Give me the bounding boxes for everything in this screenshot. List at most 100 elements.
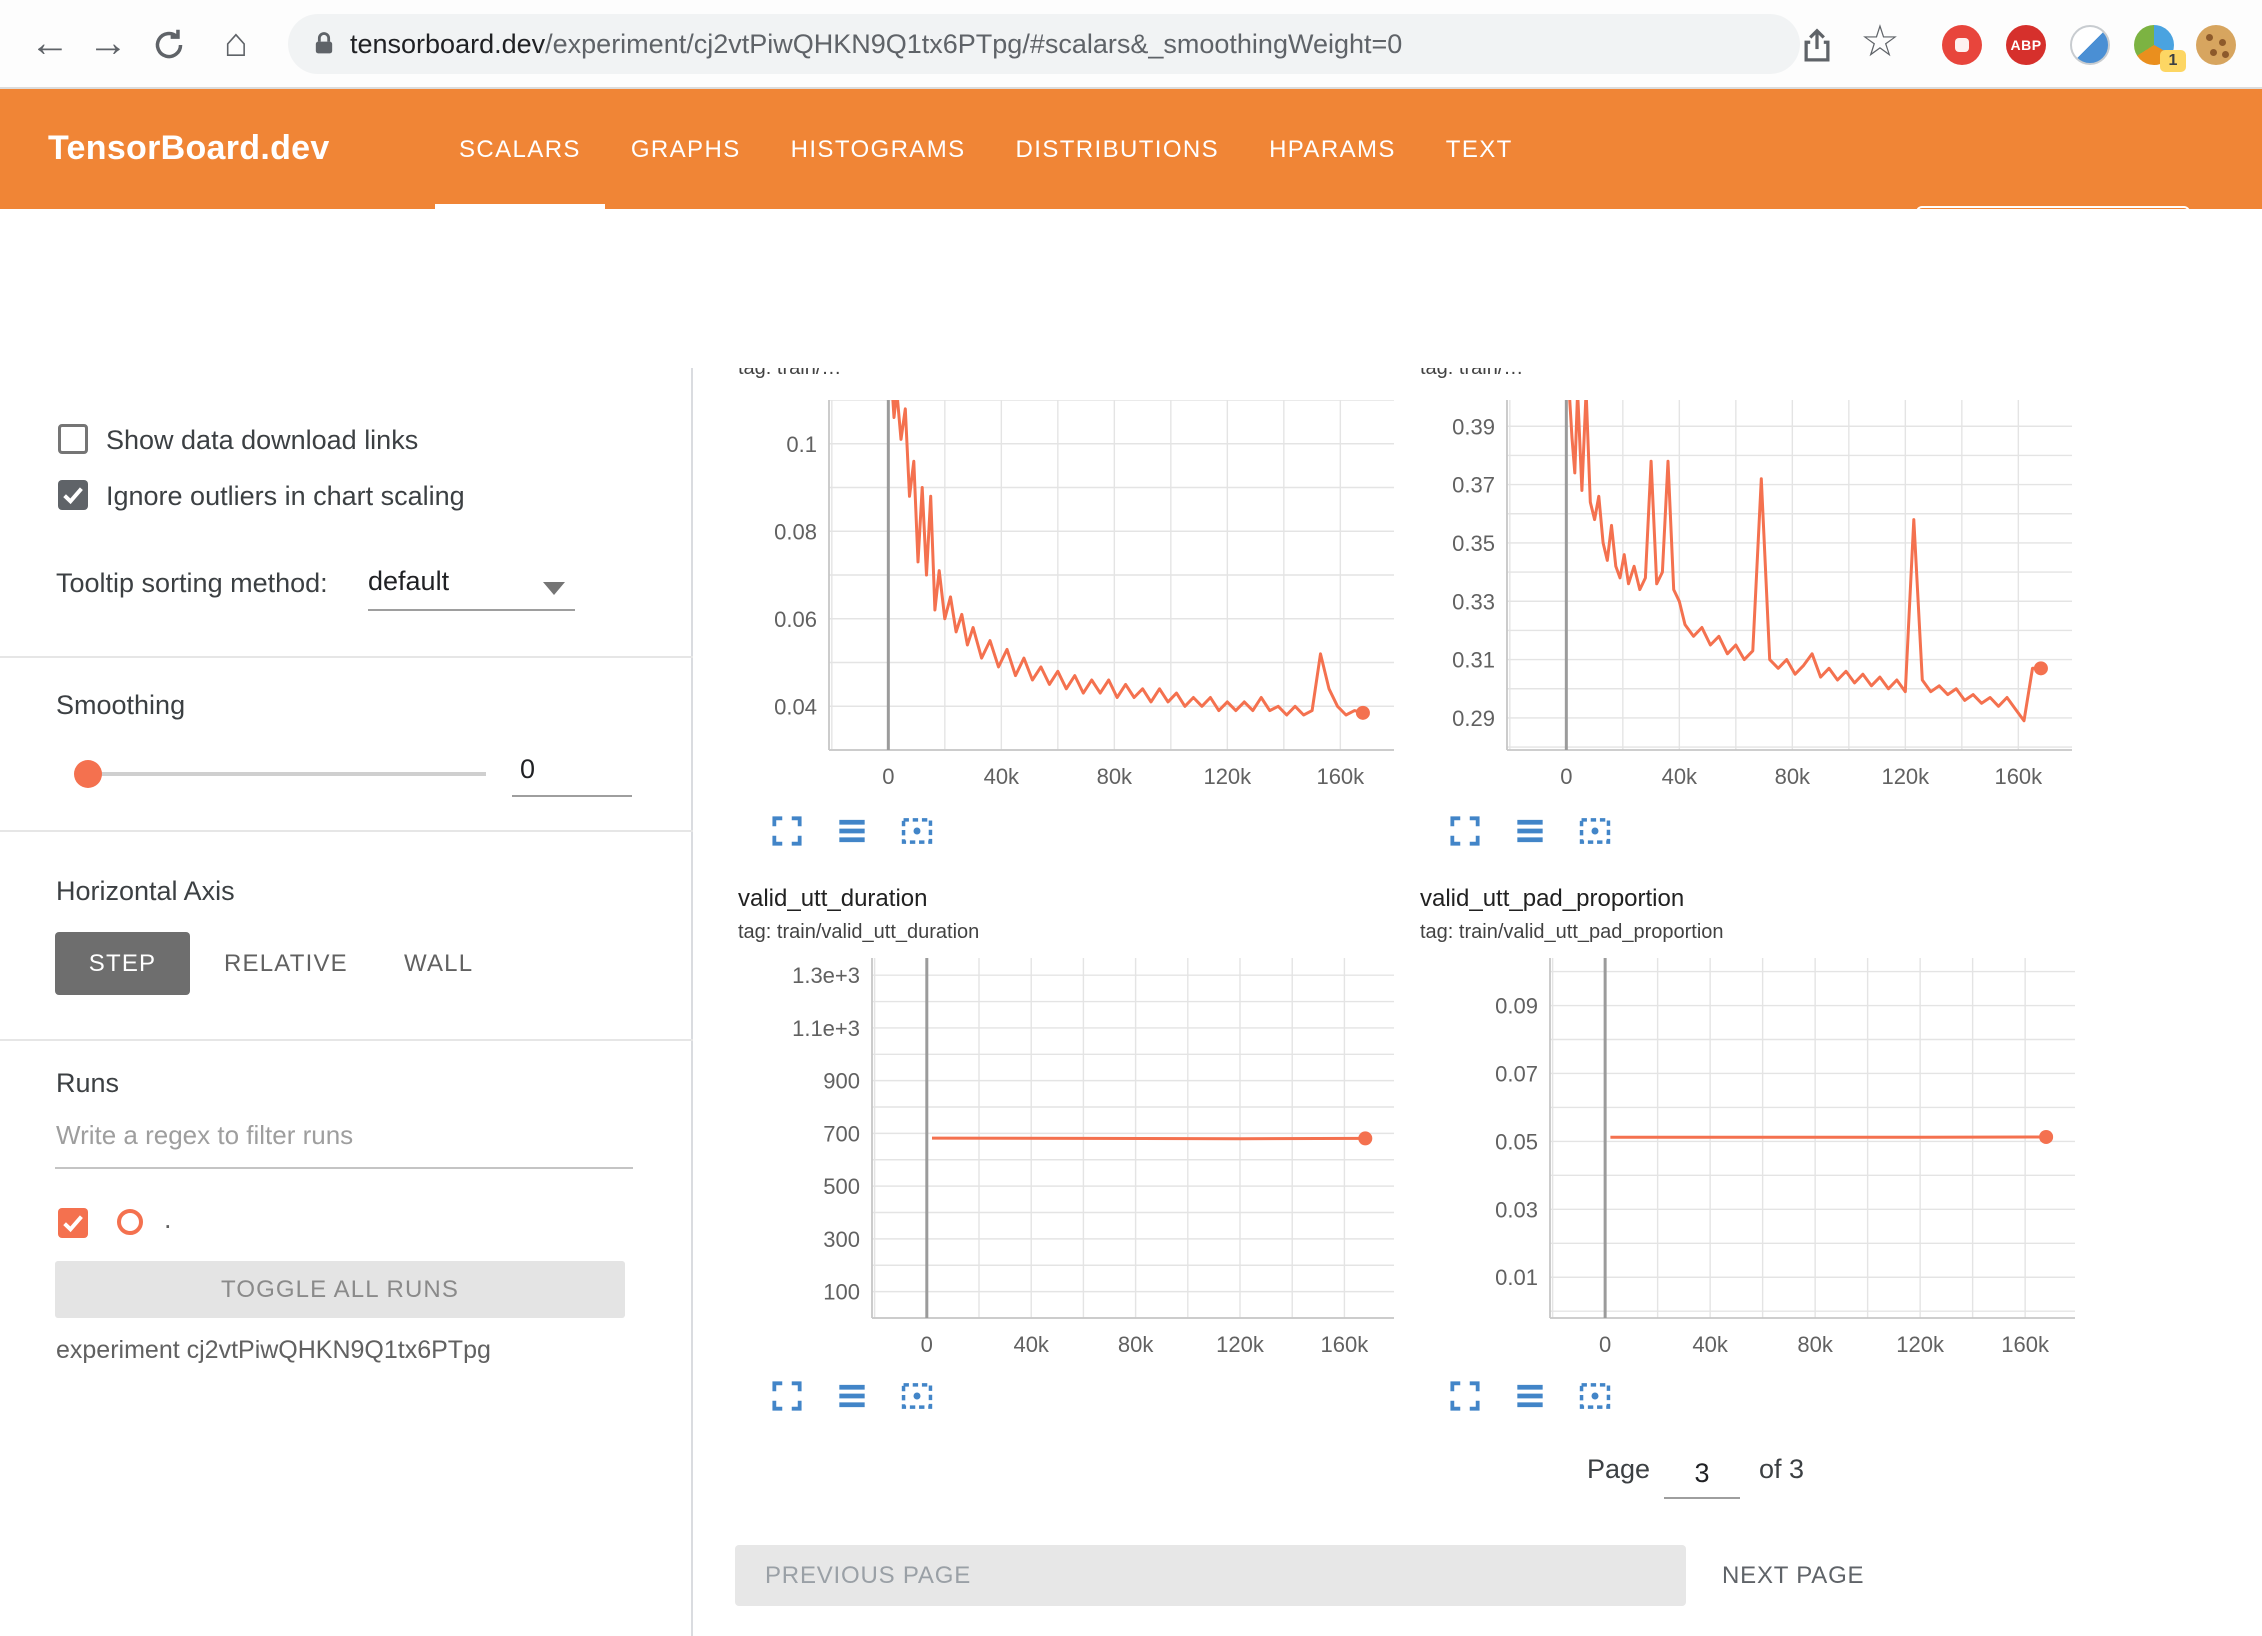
axis-wall-button[interactable]: WALL: [404, 932, 473, 995]
settings-sidebar: Show data download links Ignore outliers…: [0, 368, 693, 1636]
smoothing-value-input[interactable]: [512, 754, 632, 797]
sub-header: Crea LSTM transducer training for LibriS…: [0, 209, 2262, 368]
svg-text:120k: 120k: [1216, 1332, 1265, 1357]
tab-histograms[interactable]: HISTOGRAMS: [767, 89, 990, 209]
back-icon[interactable]: ←: [22, 0, 78, 89]
svg-text:40k: 40k: [1013, 1332, 1049, 1357]
home-icon[interactable]: ⌂: [208, 0, 264, 89]
svg-text:0.31: 0.31: [1452, 648, 1495, 673]
svg-text:120k: 120k: [1881, 764, 1930, 789]
ignore-outliers-checkbox[interactable]: [58, 480, 88, 510]
run-checkbox[interactable]: [58, 1208, 88, 1238]
cookie-extension-icon[interactable]: [2196, 25, 2236, 65]
fullscreen-icon[interactable]: [1446, 1377, 1484, 1415]
adblock-extension-icon[interactable]: [1942, 25, 1982, 65]
svg-text:1.3e+3: 1.3e+3: [792, 963, 860, 988]
fit-domain-icon[interactable]: [1576, 812, 1614, 850]
chart-top-right-tag-clipped: tag: train/…: [1420, 368, 1523, 382]
chart-title-valid-utt-pad-proportion: valid_utt_pad_proportion: [1420, 885, 1684, 913]
screen: ← → ⌂ tensorboard.dev/experiment/cj2vtPi…: [0, 0, 2262, 1636]
tab-scalars[interactable]: SCALARS: [435, 89, 605, 209]
previous-page-button[interactable]: PREVIOUS PAGE: [735, 1545, 1686, 1606]
svg-text:160k: 160k: [1321, 1332, 1370, 1357]
svg-text:0.1: 0.1: [786, 432, 817, 457]
svg-text:0.05: 0.05: [1495, 1129, 1538, 1154]
experiment-id-label: experiment cj2vtPiwQHKN9Q1tx6PTpg: [56, 1336, 491, 1365]
browser-toolbar: ← → ⌂ tensorboard.dev/experiment/cj2vtPi…: [0, 0, 2262, 89]
svg-text:700: 700: [823, 1121, 860, 1146]
smoothing-slider[interactable]: [74, 758, 494, 790]
svg-text:0.09: 0.09: [1495, 994, 1538, 1019]
blue-extension-icon[interactable]: [2070, 25, 2110, 65]
address-bar[interactable]: tensorboard.dev/experiment/cj2vtPiwQHKN9…: [288, 14, 1800, 74]
next-page-button[interactable]: NEXT PAGE: [1722, 1545, 1864, 1606]
fit-domain-icon[interactable]: [898, 1377, 936, 1415]
runs-list-icon[interactable]: [1511, 1377, 1549, 1415]
svg-text:160k: 160k: [1994, 764, 2043, 789]
padlock-icon: [310, 30, 338, 58]
chart-top-right[interactable]: 0.290.310.330.350.370.39040k80k120k160k: [1377, 400, 2120, 796]
svg-text:80k: 80k: [1118, 1332, 1154, 1357]
url-path: /experiment/cj2vtPiwQHKN9Q1tx6PTpg/#scal…: [545, 29, 1402, 59]
tensorboard-logo[interactable]: TensorBoard.dev: [48, 89, 330, 209]
fullscreen-icon[interactable]: [768, 812, 806, 850]
tab-hparams[interactable]: HPARAMS: [1245, 89, 1420, 209]
bookmark-star-icon[interactable]: ☆: [1856, 0, 1904, 89]
slider-track[interactable]: [88, 772, 486, 776]
runs-list-icon[interactable]: [833, 812, 871, 850]
horizontal-axis-label: Horizontal Axis: [56, 876, 235, 907]
fit-domain-icon[interactable]: [898, 812, 936, 850]
svg-text:0: 0: [1599, 1332, 1611, 1357]
svg-text:0: 0: [882, 764, 894, 789]
fit-domain-icon[interactable]: [1576, 1377, 1614, 1415]
check-icon: [59, 481, 87, 509]
divider: [0, 656, 693, 658]
axis-relative-button[interactable]: RELATIVE: [224, 932, 348, 995]
tooltip-sorting-label: Tooltip sorting method:: [56, 568, 328, 599]
runs-list-icon[interactable]: [1511, 812, 1549, 850]
svg-text:1.1e+3: 1.1e+3: [792, 1016, 860, 1041]
smoothing-slider-thumb[interactable]: [74, 760, 102, 788]
svg-text:40k: 40k: [1662, 764, 1698, 789]
fullscreen-icon[interactable]: [1446, 812, 1484, 850]
svg-text:120k: 120k: [1203, 764, 1252, 789]
svg-text:0.04: 0.04: [774, 694, 817, 719]
axis-step-button[interactable]: STEP: [55, 932, 190, 995]
run-color-swatch[interactable]: [117, 1209, 143, 1235]
svg-text:500: 500: [823, 1174, 860, 1199]
runs-label: Runs: [56, 1068, 119, 1099]
runs-filter-input[interactable]: [55, 1120, 633, 1169]
chart-title-valid-utt-duration: valid_utt_duration: [738, 885, 927, 913]
divider: [0, 1039, 693, 1041]
show-download-links-label: Show data download links: [106, 425, 418, 456]
chart-valid-utt-pad-proportion[interactable]: 0.010.030.050.070.09040k80k120k160k: [1377, 958, 2123, 1364]
tab-text[interactable]: TEXT: [1422, 89, 1537, 209]
reload-icon[interactable]: [150, 26, 188, 64]
tab-graphs[interactable]: GRAPHS: [607, 89, 765, 209]
svg-text:0.33: 0.33: [1452, 589, 1495, 614]
url-domain: tensorboard.dev: [350, 29, 545, 59]
svg-text:900: 900: [823, 1069, 860, 1094]
svg-text:80k: 80k: [1775, 764, 1811, 789]
svg-text:100: 100: [823, 1280, 860, 1305]
toggle-all-runs-button[interactable]: TOGGLE ALL RUNS: [55, 1261, 625, 1318]
svg-text:0.29: 0.29: [1452, 706, 1495, 731]
svg-text:0.03: 0.03: [1495, 1197, 1538, 1222]
main-nav: SCALARS GRAPHS HISTOGRAMS DISTRIBUTIONS …: [435, 89, 1537, 209]
fullscreen-icon[interactable]: [768, 1377, 806, 1415]
chart-top-left[interactable]: 0.040.060.080.1040k80k120k160k: [699, 400, 1442, 796]
runs-list-icon[interactable]: [833, 1377, 871, 1415]
svg-text:0.39: 0.39: [1452, 414, 1495, 439]
svg-text:0.01: 0.01: [1495, 1265, 1538, 1290]
show-download-links-checkbox[interactable]: [58, 424, 88, 454]
svg-text:300: 300: [823, 1227, 860, 1252]
share-icon[interactable]: [1798, 26, 1836, 64]
page-number-input[interactable]: [1664, 1458, 1740, 1499]
chart-tag-valid-utt-duration: tag: train/valid_utt_duration: [738, 921, 979, 944]
abp-extension-icon[interactable]: ABP: [2006, 25, 2046, 65]
forward-icon[interactable]: →: [80, 0, 136, 89]
chart-valid-utt-duration[interactable]: 1003005007009001.1e+31.3e+3040k80k120k16…: [699, 958, 1442, 1364]
dropdown-arrow-icon[interactable]: [543, 582, 565, 595]
tab-distributions[interactable]: DISTRIBUTIONS: [992, 89, 1244, 209]
chart-tag-valid-utt-pad-proportion: tag: train/valid_utt_pad_proportion: [1420, 921, 1724, 944]
